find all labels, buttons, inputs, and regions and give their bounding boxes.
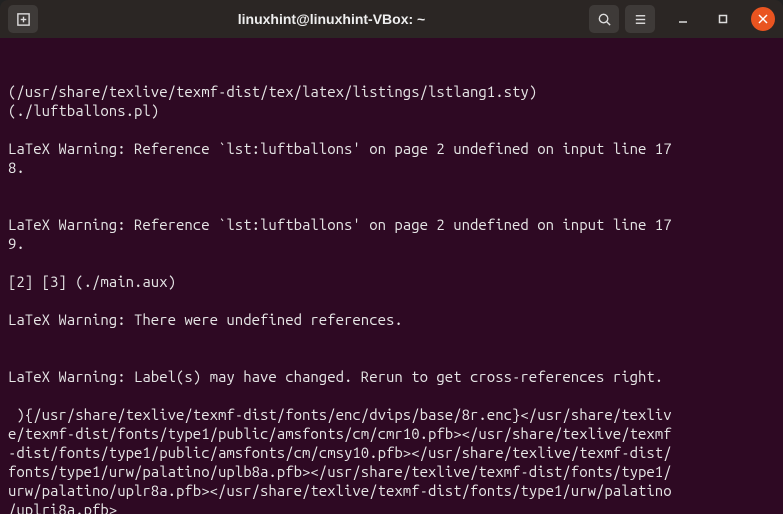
terminal-line: [8, 291, 775, 310]
terminal-line: [8, 253, 775, 272]
menu-button[interactable]: [625, 5, 655, 33]
hamburger-icon: [633, 12, 648, 27]
terminal-line: [8, 120, 775, 139]
close-icon: [758, 14, 768, 24]
terminal-line: fonts/type1/urw/palatino/uplb8a.pfb></us…: [8, 462, 775, 481]
terminal-line: [8, 177, 775, 196]
terminal-line: LaTeX Warning: Reference `lst:luftballon…: [8, 215, 775, 234]
terminal-line: (./luftballons.pl): [8, 101, 775, 120]
terminal-line: e/texmf-dist/fonts/type1/public/amsfonts…: [8, 424, 775, 443]
terminal-line: LaTeX Warning: Label(s) may have changed…: [8, 367, 775, 386]
maximize-button[interactable]: [711, 7, 735, 31]
terminal-line: [8, 386, 775, 405]
new-tab-icon: [16, 12, 31, 27]
terminal-line: LaTeX Warning: Reference `lst:luftballon…: [8, 139, 775, 158]
terminal-line: LaTeX Warning: There were undefined refe…: [8, 310, 775, 329]
terminal-line: [8, 329, 775, 348]
search-button[interactable]: [589, 5, 619, 33]
terminal-line: 8.: [8, 158, 775, 177]
window-title: linuxhint@linuxhint-VBox: ~: [80, 11, 583, 27]
new-tab-button[interactable]: [8, 5, 38, 33]
minimize-button[interactable]: [671, 7, 695, 31]
terminal-line: 9.: [8, 234, 775, 253]
titlebar: linuxhint@linuxhint-VBox: ~: [0, 0, 783, 38]
terminal-line: -dist/fonts/type1/public/amsfonts/cm/cms…: [8, 443, 775, 462]
minimize-icon: [678, 14, 688, 24]
terminal-line: urw/palatino/uplr8a.pfb></usr/share/texl…: [8, 481, 775, 500]
terminal-line: (/usr/share/texlive/texmf-dist/tex/latex…: [8, 82, 775, 101]
terminal-line: ){/usr/share/texlive/texmf-dist/fonts/en…: [8, 405, 775, 424]
maximize-icon: [718, 14, 728, 24]
terminal-output[interactable]: (/usr/share/texlive/texmf-dist/tex/latex…: [0, 38, 783, 514]
terminal-line: [2] [3] (./main.aux): [8, 272, 775, 291]
terminal-line: [8, 348, 775, 367]
terminal-line: [8, 196, 775, 215]
search-icon: [597, 12, 612, 27]
close-button[interactable]: [751, 7, 775, 31]
terminal-line: /uplri8a.pfb>: [8, 500, 775, 514]
